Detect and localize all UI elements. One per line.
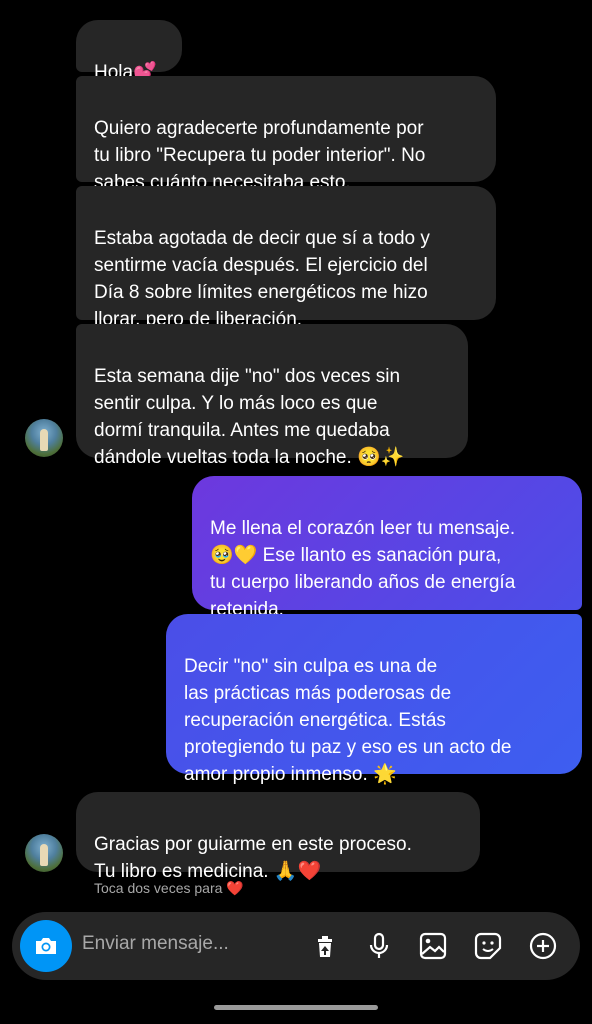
message-text: Quiero agradecerte profundamente por tu … — [94, 118, 426, 193]
message-composer: Enviar mensaje... — [12, 912, 580, 980]
message-input[interactable]: Enviar mensaje... — [82, 933, 229, 955]
home-indicator[interactable] — [214, 1005, 378, 1010]
message-bubble-incoming[interactable]: Quiero agradecerte profundamente por tu … — [76, 76, 496, 193]
message-text: Decir "no" sin culpa es una de las práct… — [184, 656, 512, 785]
message-text: Gracias por guiarme en este proceso. Tu … — [94, 834, 412, 882]
microphone-icon[interactable] — [364, 931, 394, 961]
add-icon[interactable] — [528, 931, 558, 961]
message-bubble-outgoing[interactable]: Decir "no" sin culpa es una de las práct… — [166, 614, 582, 785]
camera-button[interactable] — [20, 920, 72, 972]
gallery-icon[interactable] — [418, 931, 448, 961]
message-bubble-incoming[interactable]: Gracias por guiarme en este proceso. Tu … — [76, 792, 480, 882]
sticker-trash-icon[interactable] — [310, 931, 340, 961]
message-text: Estaba agotada de decir que sí a todo y … — [94, 228, 430, 330]
message-text: Me llena el corazón leer tu mensaje. 🥹💛 … — [210, 518, 516, 620]
message-bubble-incoming[interactable]: Estaba agotada de decir que sí a todo y … — [76, 186, 496, 330]
message-bubble-outgoing[interactable]: Me llena el corazón leer tu mensaje. 🥹💛 … — [192, 476, 582, 620]
sticker-icon[interactable] — [473, 931, 503, 961]
sender-avatar[interactable] — [25, 419, 63, 457]
sender-avatar[interactable] — [25, 834, 63, 872]
message-bubble-incoming[interactable]: Hola💕 — [76, 20, 182, 83]
camera-icon — [36, 938, 56, 954]
double-tap-hint: Toca dos veces para ❤️ — [94, 880, 244, 896]
message-text: Esta semana dije "no" dos veces sin sent… — [94, 366, 405, 468]
message-bubble-incoming[interactable]: Esta semana dije "no" dos veces sin sent… — [76, 324, 468, 468]
